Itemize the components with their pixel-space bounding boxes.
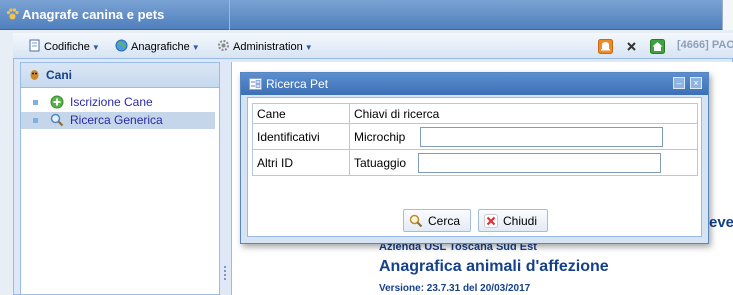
window-titlebar: Anagrafe canina e pets — [0, 0, 733, 30]
dialog-title: Ricerca Pet — [266, 77, 329, 91]
home-icon[interactable] — [650, 39, 665, 54]
close-button-label: Chiudi — [503, 214, 538, 228]
row-key-cell: Tatuaggio — [349, 149, 698, 176]
window-edge — [722, 0, 733, 30]
globe-icon — [115, 39, 128, 52]
window-title: Anagrafe canina e pets — [22, 7, 165, 22]
search-keys-table: Cane Chiavi di ricerca Identificativi Mi… — [252, 103, 698, 176]
close-icon[interactable]: × — [690, 77, 702, 89]
menu-administration[interactable]: Administration ▼ — [217, 39, 313, 53]
chevron-down-icon: ▼ — [91, 43, 100, 52]
cancel-icon — [484, 214, 498, 228]
paw-icon — [6, 8, 19, 20]
left-panel-title: Cani — [46, 68, 73, 82]
left-panel-header: Cani — [21, 63, 219, 88]
column-header-chiavi: Chiavi di ricerca — [349, 103, 698, 124]
chevron-down-icon: ▼ — [191, 43, 200, 52]
close-button[interactable]: Chiudi — [478, 209, 548, 232]
microchip-input[interactable] — [420, 126, 663, 147]
tatuaggio-input[interactable] — [418, 152, 661, 173]
bell-icon[interactable] — [598, 39, 613, 54]
dialog-body: Cane Chiavi di ricerca Identificativi Mi… — [247, 97, 702, 237]
nav-item-ricerca-generica[interactable]: Ricerca Generica — [21, 112, 215, 129]
row-category: Altri ID — [252, 149, 350, 176]
search-button[interactable]: Cerca — [403, 209, 471, 232]
bullet-icon — [33, 118, 38, 123]
microchip-label: Microchip — [354, 129, 406, 144]
add-icon — [50, 95, 64, 109]
column-header-cane: Cane — [252, 103, 350, 124]
nav-item-label: Ricerca Generica — [70, 113, 163, 127]
gear-icon — [218, 40, 229, 51]
bullet-icon — [33, 100, 38, 105]
table-row: Altri ID Tatuaggio — [252, 149, 698, 176]
menu-codifiche-label: Codifiche — [44, 41, 90, 53]
search-icon — [50, 113, 64, 127]
splitter-grip[interactable] — [224, 266, 226, 280]
panel-splitter[interactable] — [220, 62, 231, 295]
app-title: Anagrafica animali d'affezione — [379, 258, 609, 275]
search-button-label: Cerca — [428, 214, 461, 228]
left-nav-panel: Cani Iscrizione Cane Ricerca Generica — [20, 62, 220, 295]
close-icon[interactable] — [624, 39, 639, 54]
dialog-header[interactable]: Ricerca Pet – × — [241, 73, 708, 95]
document-icon — [29, 39, 40, 52]
version-text: Versione: 23.7.31 del 20/03/2017 — [379, 283, 531, 294]
titlebar-divider — [229, 0, 230, 30]
table-row: Identificativi Microchip — [252, 123, 698, 150]
row-key-cell: Microchip — [349, 123, 698, 150]
partial-heading: eve — [709, 214, 733, 231]
form-icon — [249, 78, 262, 90]
row-category: Identificativi — [252, 123, 350, 150]
menu-anagrafiche-label: Anagrafiche — [131, 41, 190, 53]
dog-icon — [30, 70, 39, 80]
nav-item-label: Iscrizione Cane — [70, 95, 153, 109]
chevron-down-icon: ▼ — [304, 43, 313, 52]
tatuaggio-label: Tatuaggio — [354, 155, 407, 170]
menu-bar: Codifiche ▼ Anagrafiche ▼ Administration ▼ … — [13, 33, 733, 59]
ricerca-pet-dialog: Ricerca Pet – × Cane Chiavi di ricerca I… — [240, 72, 709, 244]
search-icon — [409, 214, 423, 228]
menu-administration-label: Administration — [233, 41, 303, 53]
table-header-row: Cane Chiavi di ricerca — [252, 103, 698, 124]
nav-item-iscrizione-cane[interactable]: Iscrizione Cane — [21, 94, 215, 111]
user-id: [4666] PAO — [677, 39, 733, 51]
menu-anagrafiche[interactable]: Anagrafiche ▼ — [115, 39, 200, 53]
minimize-icon[interactable]: – — [673, 77, 685, 89]
menu-codifiche[interactable]: Codifiche ▼ — [28, 39, 100, 53]
